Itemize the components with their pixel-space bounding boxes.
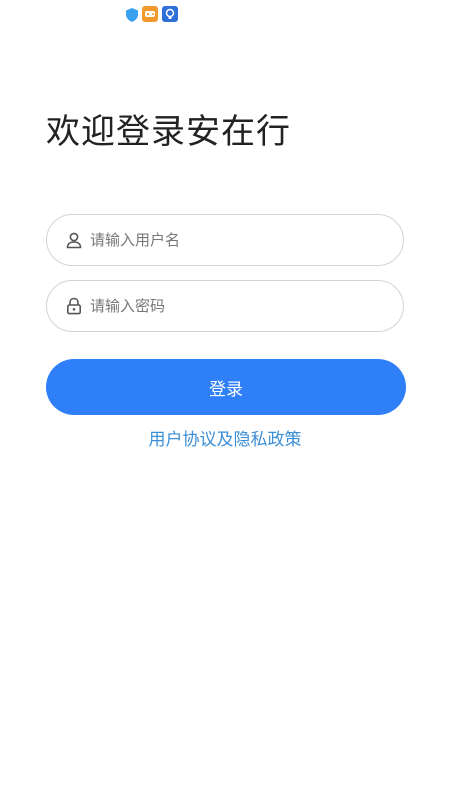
username-input[interactable] (90, 225, 380, 255)
password-input[interactable] (90, 291, 380, 321)
bulb-icon (162, 6, 178, 26)
agreement-link[interactable]: 用户协议及隐私政策 (0, 428, 450, 452)
lock-icon (64, 296, 84, 316)
user-icon (64, 230, 84, 250)
password-field[interactable] (46, 280, 404, 332)
login-screen: 欢迎登录安在行 登录 用户协议及隐私政策 (0, 0, 450, 800)
page-title: 欢迎登录安在行 (46, 112, 291, 152)
username-field[interactable] (46, 214, 404, 266)
game-icon (142, 6, 158, 26)
shield-icon (126, 7, 138, 26)
login-button[interactable]: 登录 (46, 359, 406, 415)
status-bar-icons (126, 6, 178, 26)
